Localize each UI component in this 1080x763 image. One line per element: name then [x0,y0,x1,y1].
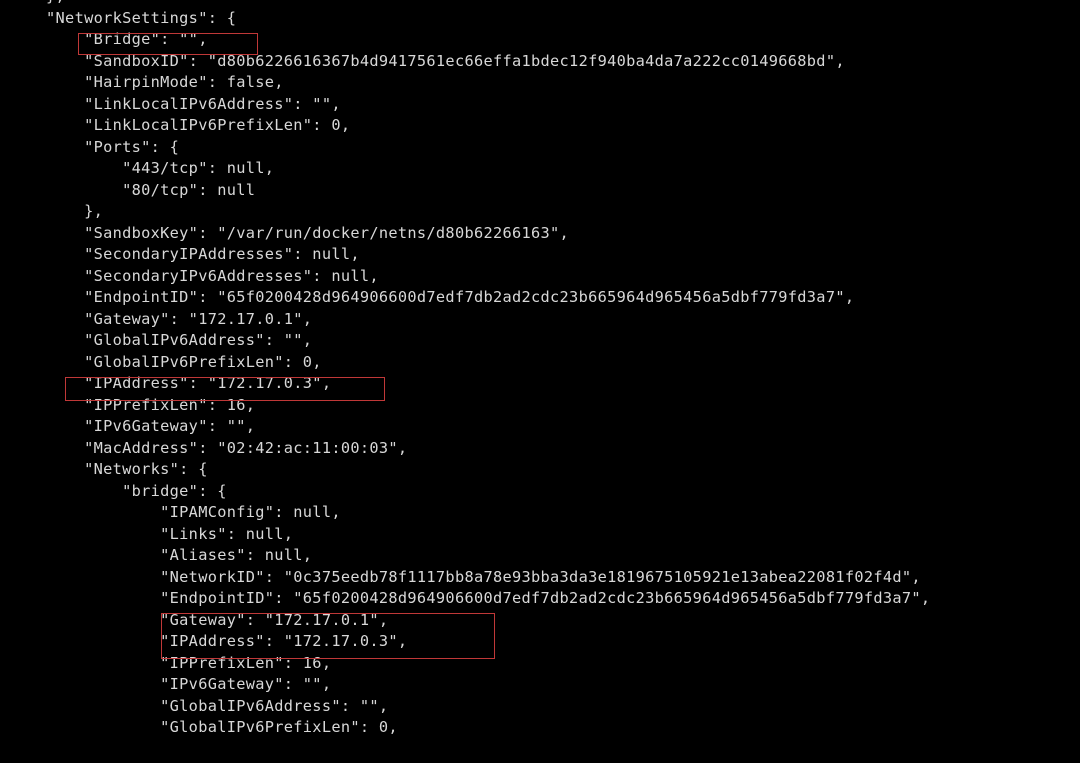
json-output: }, "NetworkSettings": { "Bridge": "", "S… [0,0,1080,739]
code-block: }, "NetworkSettings": { "Bridge": "", "S… [8,0,930,736]
